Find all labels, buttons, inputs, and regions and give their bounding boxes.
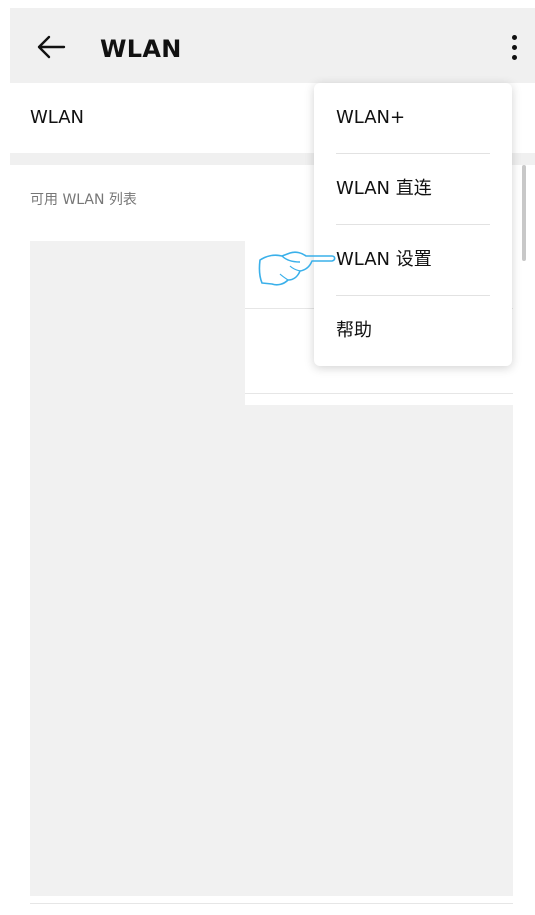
app-header: WLAN bbox=[10, 8, 535, 83]
menu-item-label: WLAN 直连 bbox=[336, 178, 432, 199]
redacted-network-list bbox=[30, 241, 245, 896]
menu-item-label: 帮助 bbox=[336, 320, 372, 341]
menu-item-help[interactable]: 帮助 bbox=[314, 296, 512, 366]
redacted-network-list bbox=[245, 405, 513, 896]
more-vertical-icon-dot bbox=[511, 44, 517, 50]
more-options-button[interactable] bbox=[496, 28, 532, 66]
menu-item-wlan-plus[interactable]: WLAN+ bbox=[314, 83, 512, 153]
list-divider bbox=[245, 393, 513, 394]
arrow-left-icon bbox=[37, 35, 66, 59]
menu-item-wlan-direct[interactable]: WLAN 直连 bbox=[314, 154, 512, 224]
back-button[interactable] bbox=[32, 28, 70, 66]
more-vertical-icon-dot bbox=[511, 54, 517, 60]
menu-item-label: WLAN+ bbox=[336, 107, 406, 128]
page-title: WLAN bbox=[100, 35, 182, 63]
scrollbar[interactable] bbox=[522, 165, 526, 261]
menu-item-label: WLAN 设置 bbox=[336, 249, 432, 270]
section-header-available-wlan: 可用 WLAN 列表 bbox=[30, 192, 137, 208]
list-divider bbox=[30, 903, 513, 904]
wlan-row-label: WLAN bbox=[30, 107, 85, 128]
wlan-screen: WLAN WLAN 可用 WLAN 列表 WLAN+ WLAN 直连 WLAN … bbox=[0, 0, 535, 915]
menu-item-wlan-settings[interactable]: WLAN 设置 bbox=[314, 225, 512, 295]
overflow-menu: WLAN+ WLAN 直连 WLAN 设置 帮助 bbox=[314, 83, 512, 366]
pointing-hand-icon bbox=[258, 251, 336, 286]
more-vertical-icon bbox=[511, 34, 517, 40]
